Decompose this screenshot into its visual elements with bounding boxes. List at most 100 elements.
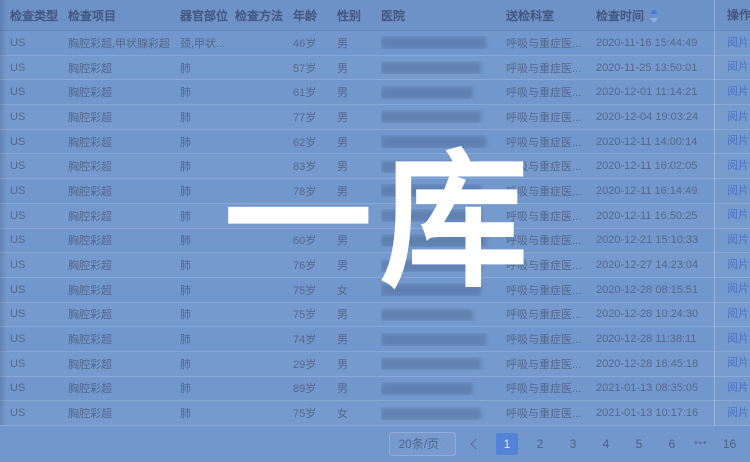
cell-exam-item: 胸腔彩超 (68, 282, 180, 298)
cell-organ: 肺 (180, 232, 235, 248)
cell-department: 呼吸与重症医... (506, 35, 596, 51)
view-film-link[interactable]: 阅片 (727, 234, 749, 246)
header-exam-item: 检查项目 (68, 7, 180, 24)
cell-exam-item: 胸腔彩超 (68, 306, 180, 322)
cell-exam-type: US (0, 407, 68, 419)
hospital-redacted-blur (381, 161, 473, 173)
header-hospital: 医院 (381, 7, 506, 24)
cell-exam-time: 2020-12-28 10:24:30 (596, 308, 714, 320)
cell-exam-time: 2020-11-25 13:50:01 (596, 62, 714, 74)
view-film-link[interactable]: 阅片 (727, 259, 749, 271)
cell-age: 57岁 (293, 60, 337, 76)
cell-actions: 阅片 (714, 302, 750, 327)
view-film-link[interactable]: 阅片 (727, 333, 749, 345)
cell-age: 46岁 (293, 35, 337, 51)
page-button-1[interactable]: 1 (496, 433, 518, 455)
view-film-link[interactable]: 阅片 (727, 86, 749, 98)
page-button-3[interactable]: 3 (562, 433, 584, 455)
caret-up-icon (650, 9, 658, 14)
cell-department: 呼吸与重症医... (506, 109, 596, 125)
page-button-2[interactable]: 2 (529, 433, 551, 455)
cell-organ: 肺 (180, 60, 235, 76)
more-pages-ellipsis[interactable]: ••• (694, 438, 708, 449)
cell-actions: 阅片 (714, 55, 750, 80)
prev-page-button[interactable] (468, 437, 484, 451)
view-film-link[interactable]: 阅片 (727, 357, 749, 369)
page-size-dropdown[interactable]: 20条/页 (389, 432, 456, 456)
view-film-link[interactable]: 阅片 (727, 160, 749, 172)
cell-actions: 阅片 (714, 277, 750, 302)
cell-exam-type: US (0, 234, 68, 246)
cell-hospital (381, 36, 506, 49)
cell-exam-time: 2020-12-11 14:00:14 (596, 136, 714, 148)
header-method: 检查方法 (235, 7, 293, 24)
cell-hospital (381, 259, 506, 272)
view-film-link[interactable]: 阅片 (727, 61, 749, 73)
cell-exam-type: US (0, 210, 68, 222)
cell-exam-item: 胸腔彩超 (68, 109, 180, 125)
hospital-redacted-blur (381, 334, 486, 346)
cell-actions: 阅片 (714, 351, 750, 376)
cell-exam-time: 2020-12-04 19:03:24 (596, 111, 714, 123)
view-film-link[interactable]: 阅片 (727, 308, 749, 320)
cell-hospital (381, 333, 506, 346)
hospital-redacted-blur (381, 408, 481, 420)
page-button-6[interactable]: 6 (661, 433, 683, 455)
view-film-link[interactable]: 阅片 (727, 209, 749, 221)
cell-actions: 阅片 (714, 327, 750, 352)
cell-exam-type: US (0, 160, 68, 172)
cell-exam-item: 胸腔彩超 (68, 84, 180, 100)
hospital-redacted-blur (381, 136, 486, 148)
hospital-redacted-blur (381, 87, 473, 99)
cell-organ: 肺 (180, 109, 235, 125)
view-film-link[interactable]: 阅片 (727, 407, 749, 419)
header-organ: 器官部位 (180, 7, 235, 24)
caret-down-icon (650, 18, 658, 23)
cell-exam-item: 胸腔彩超 (68, 134, 180, 150)
cell-exam-time: 2020-12-28 11:38:11 (596, 333, 714, 345)
cell-hospital (381, 160, 506, 173)
view-film-link[interactable]: 阅片 (727, 111, 749, 123)
cell-hospital (381, 61, 506, 74)
cell-gender: 男 (337, 60, 381, 76)
view-film-link[interactable]: 阅片 (727, 37, 749, 49)
view-film-link[interactable]: 阅片 (727, 185, 749, 197)
view-film-link[interactable]: 阅片 (727, 382, 749, 394)
cell-actions: 阅片 (714, 376, 750, 401)
cell-department: 呼吸与重症医... (506, 183, 596, 199)
cell-exam-item: 胸腔彩超,甲状腺彩超 (68, 35, 180, 51)
cell-actions: 阅片 (714, 129, 750, 154)
cell-hospital (381, 135, 506, 148)
cell-exam-item: 胸腔彩超 (68, 405, 180, 421)
view-film-link[interactable]: 阅片 (727, 135, 749, 147)
cell-department: 呼吸与重症医... (506, 158, 596, 174)
cell-actions: 阅片 (714, 31, 750, 56)
cell-exam-time: 2020-12-11 16:50:25 (596, 210, 714, 222)
cell-exam-item: 胸腔彩超 (68, 331, 180, 347)
cell-exam-item: 胸腔彩超 (68, 158, 180, 174)
cell-exam-type: US (0, 86, 68, 98)
cell-organ: 肺 (180, 380, 235, 396)
header-exam-type: 检查类型 (0, 7, 68, 24)
cell-age: 75岁 (293, 282, 337, 298)
table-row: US 胸腔彩超 肺 75岁 女 呼吸与重症医... 2020-12-28 08:… (0, 278, 750, 303)
cell-age: 76岁 (293, 257, 337, 273)
cell-exam-time: 2020-11-16 15:44:49 (596, 37, 714, 49)
page-button-5[interactable]: 5 (628, 433, 650, 455)
cell-department: 呼吸与重症医... (506, 134, 596, 150)
page-button-4[interactable]: 4 (595, 433, 617, 455)
table-row: US 胸腔彩超 肺 75岁 男 呼吸与重症医... 2020-12-28 10:… (0, 303, 750, 328)
table-row: US 胸腔彩超 肺 74岁 男 呼吸与重症医... 2020-12-28 11:… (0, 327, 750, 352)
view-film-link[interactable]: 阅片 (727, 283, 749, 295)
page-button-16[interactable]: 16 (719, 433, 741, 455)
header-exam-time-sortable[interactable]: 检查时间 (596, 7, 714, 24)
cell-exam-time: 2020-12-11 16:02:05 (596, 160, 714, 172)
cell-exam-type: US (0, 259, 68, 271)
cell-gender: 男 (337, 134, 381, 150)
cell-exam-type: US (0, 358, 68, 370)
cell-exam-type: US (0, 333, 68, 345)
header-actions: 操作 (714, 0, 750, 30)
sort-caret-icon[interactable] (649, 9, 659, 23)
hospital-redacted-blur (381, 358, 481, 370)
cell-organ: 肺 (180, 356, 235, 372)
